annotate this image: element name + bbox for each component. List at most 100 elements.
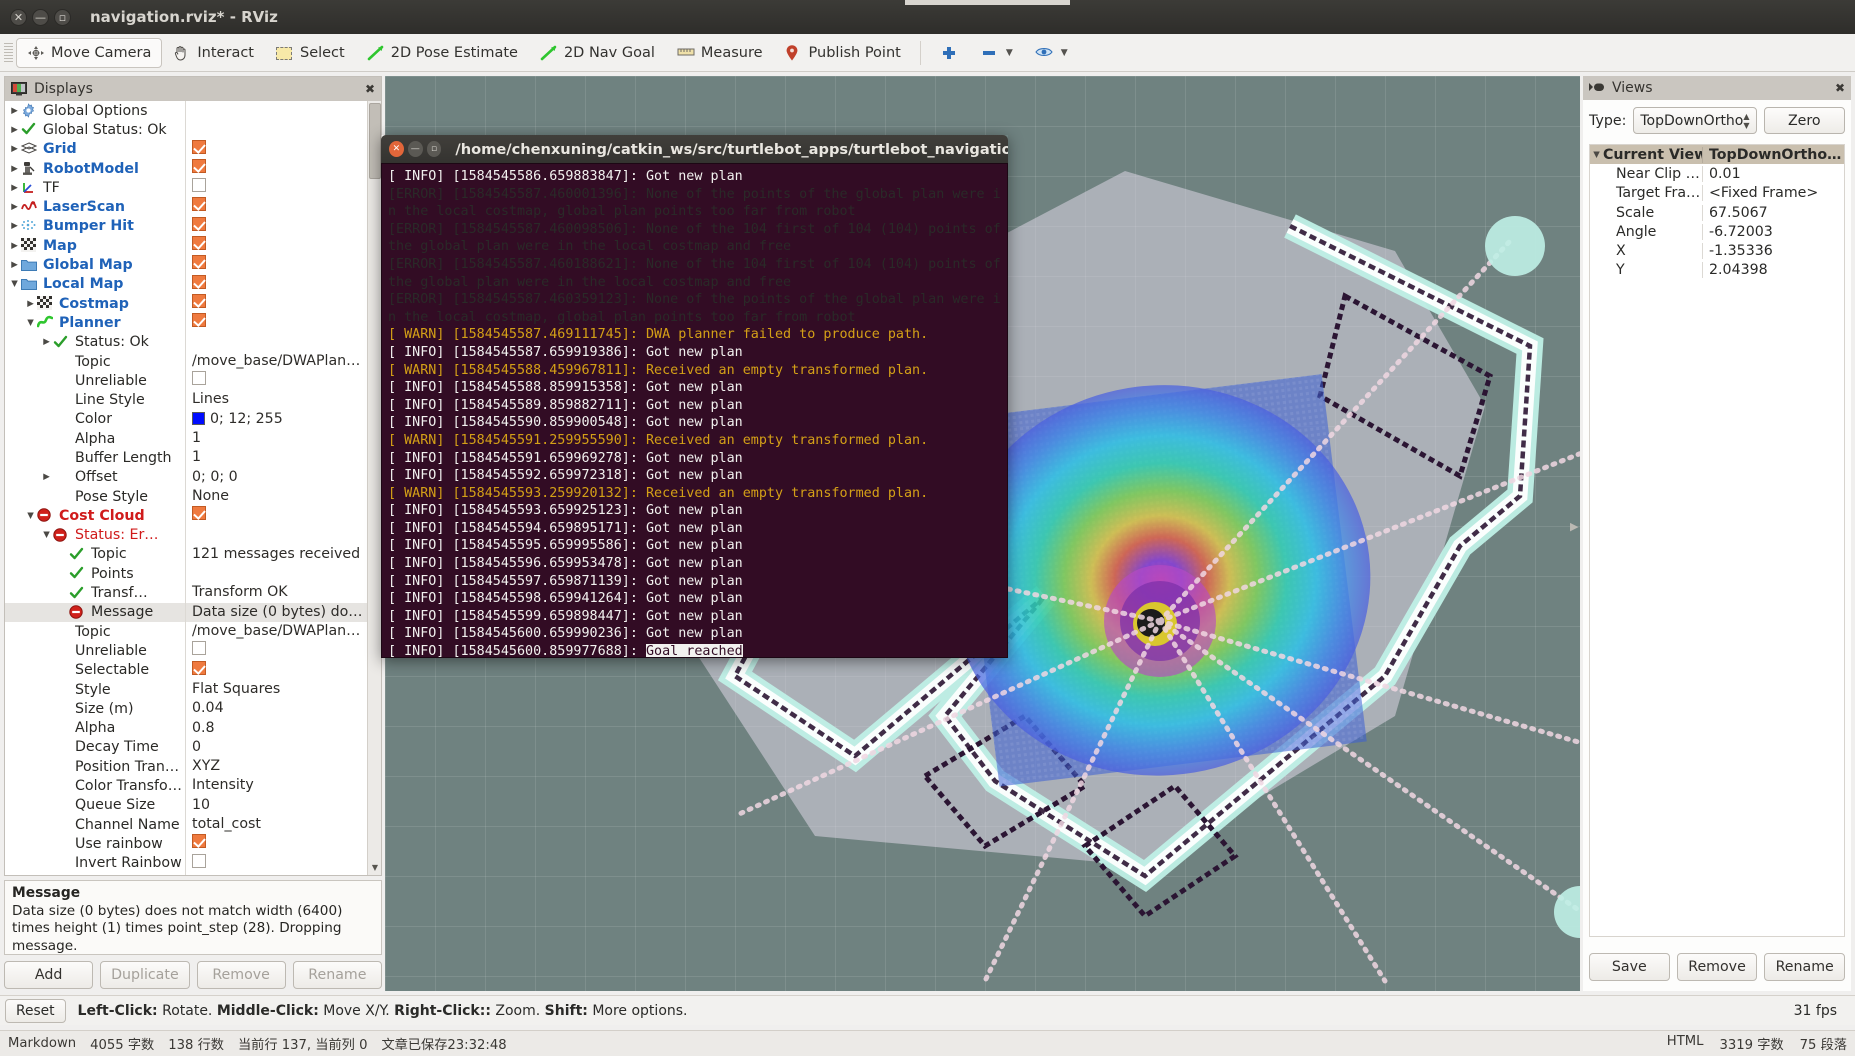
views-row-scale[interactable]: Scale 67.5067 xyxy=(1590,203,1844,222)
chevron-right-icon[interactable]: ▶ xyxy=(8,164,21,174)
checkbox-checked-icon[interactable] xyxy=(192,139,206,154)
display-row-topic[interactable]: ▶ Topic/move_base/DWAPlan… xyxy=(5,351,367,372)
views-save-button[interactable]: Save xyxy=(1589,953,1670,981)
views-rename-button[interactable]: Rename xyxy=(1764,953,1846,981)
chevron-right-icon[interactable]: ▶ xyxy=(8,202,21,212)
tool-measure[interactable]: Measure xyxy=(666,38,774,68)
visibility-caret-icon[interactable]: ▼ xyxy=(1061,48,1068,58)
display-row-value[interactable]: Flat Squares xyxy=(185,679,367,700)
display-row-alpha[interactable]: ▶ Alpha 1 xyxy=(5,429,367,449)
checkbox-checked-icon[interactable] xyxy=(192,660,206,675)
views-row-value[interactable]: 0.01 xyxy=(1702,165,1844,182)
display-row-value[interactable] xyxy=(185,313,367,333)
zero-button[interactable]: Zero xyxy=(1763,107,1845,134)
terminal-output[interactable]: [ INFO] [1584545586.659883847]: Got new … xyxy=(381,163,1008,658)
display-row-value[interactable] xyxy=(185,506,367,526)
tool-remove-button[interactable]: ▼ xyxy=(969,38,1024,68)
display-row-topic[interactable]: ▶ Topic/move_base/DWAPlan… xyxy=(5,622,367,642)
checkbox-checked-icon[interactable] xyxy=(192,293,206,308)
chevron-right-icon[interactable]: ▶ xyxy=(8,241,21,251)
displays-close-icon[interactable]: ✖ xyxy=(365,82,375,96)
checkbox-checked-icon[interactable] xyxy=(192,506,206,521)
scroll-down-icon[interactable]: ▼ xyxy=(368,861,382,875)
display-row-value[interactable]: XYZ xyxy=(185,757,367,777)
display-row-points[interactable]: ▶ Points xyxy=(5,564,367,584)
display-row-size-m[interactable]: ▶ Size (m) 0.04 xyxy=(5,699,367,719)
views-row-near-clip[interactable]: Near Clip … 0.01 xyxy=(1590,164,1844,183)
views-remove-button[interactable]: Remove xyxy=(1676,953,1758,981)
tool-2d-nav-goal[interactable]: 2D Nav Goal xyxy=(529,38,666,68)
chevron-right-icon[interactable]: ▶ xyxy=(40,472,53,482)
views-row-value[interactable]: -6.72003 xyxy=(1702,223,1844,240)
display-row-value[interactable] xyxy=(185,139,367,159)
terminal-maximize-button[interactable]: ▫ xyxy=(426,141,442,157)
checkbox-checked-icon[interactable] xyxy=(192,834,206,849)
display-row-decay-time[interactable]: ▶ Decay Time 0 xyxy=(5,737,367,758)
display-row-buffer-length[interactable]: ▶ Buffer Length 1 xyxy=(5,448,367,468)
checkbox-unchecked-icon[interactable] xyxy=(192,178,206,193)
tool-visibility-button[interactable]: ▼ xyxy=(1024,38,1079,68)
display-row-value[interactable] xyxy=(185,564,367,584)
display-row-value[interactable] xyxy=(185,641,367,661)
checkbox-checked-icon[interactable] xyxy=(192,255,206,270)
terminal-close-button[interactable]: ✕ xyxy=(389,141,404,157)
tool-2d-pose-estimate[interactable]: 2D Pose Estimate xyxy=(356,38,529,68)
display-row-value[interactable] xyxy=(185,293,367,314)
display-row-value[interactable]: 0; 12; 255 xyxy=(185,409,367,430)
display-row-value[interactable]: 121 messages received xyxy=(185,544,367,565)
display-row-value[interactable] xyxy=(185,178,367,198)
views-row-value[interactable]: <Fixed Frame> xyxy=(1702,185,1844,202)
terminal-window[interactable]: ✕ — ▫ /home/chenxuning/catkin_ws/src/tur… xyxy=(381,135,1008,658)
display-row-value[interactable] xyxy=(185,332,367,352)
display-row-style[interactable]: ▶ Style Flat Squares xyxy=(5,679,367,700)
chevron-down-icon[interactable]: ▼ xyxy=(24,318,37,328)
display-row-message[interactable]: ▶ Message Data size (0 bytes) doe… xyxy=(5,602,367,623)
checkbox-checked-icon[interactable] xyxy=(192,236,206,251)
display-row-local-map[interactable]: ▼ Local Map xyxy=(5,274,367,294)
display-row-line-style[interactable]: ▶ Line Style Lines xyxy=(5,390,367,410)
display-row-color[interactable]: ▶ Color 0; 12; 255 xyxy=(5,409,367,430)
display-row-value[interactable]: 0; 0; 0 xyxy=(185,872,367,875)
views-row-value[interactable]: 2.04398 xyxy=(1702,262,1844,279)
display-row-cost-cloud[interactable]: ▼ Cost Cloud xyxy=(5,506,367,526)
display-row-value[interactable] xyxy=(185,120,367,140)
chevron-right-icon[interactable]: ▶ xyxy=(8,260,21,270)
views-property-tree[interactable]: ▼ Current View TopDownOrtho … Near Clip … 0.… xyxy=(1589,144,1845,937)
color-swatch[interactable] xyxy=(192,411,205,425)
display-row-unreliable[interactable]: ▶ Unreliable xyxy=(5,371,367,391)
display-row-value[interactable]: 10 xyxy=(185,795,367,815)
display-row-costmap[interactable]: ▶ Costmap xyxy=(5,293,367,314)
display-row-value[interactable] xyxy=(185,853,367,873)
display-row-value[interactable] xyxy=(185,274,367,294)
views-close-icon[interactable]: ✖ xyxy=(1835,81,1845,95)
tool-select[interactable]: Select xyxy=(265,38,356,68)
terminal-minimize-button[interactable]: — xyxy=(407,141,423,157)
toolbar-grip[interactable] xyxy=(4,42,13,63)
display-row-offset[interactable]: ▶ Offset 0; 0; 0 xyxy=(5,467,367,487)
display-row-value[interactable] xyxy=(185,255,367,275)
display-row-min-color[interactable]: ▶Min Color0; 0; 0 xyxy=(5,872,367,875)
display-row-status-ok[interactable]: ▶ Status: Ok xyxy=(5,332,367,352)
checkbox-checked-icon[interactable] xyxy=(192,216,206,231)
display-row-invert-rainbow[interactable]: ▶ Invert Rainbow xyxy=(5,853,367,873)
views-row-target-fra[interactable]: Target Fra… <Fixed Frame> xyxy=(1590,184,1844,203)
spinner-icon[interactable]: ▲ ▼ xyxy=(1743,112,1749,130)
window-maximize-button[interactable]: ▫ xyxy=(54,8,71,26)
display-row-bumper-hit[interactable]: ▶ Bumper Hit xyxy=(5,216,367,237)
displays-tree[interactable]: ▶ Global Options ▶ Global Status: Ok ▶ Grid ▶ R… xyxy=(5,101,367,875)
tool-add-button[interactable] xyxy=(929,38,969,68)
display-row-value[interactable]: /move_base/DWAPlan… xyxy=(185,351,367,372)
display-row-value[interactable]: Lines xyxy=(185,390,367,410)
display-row-value[interactable] xyxy=(185,834,367,854)
display-row-value[interactable]: Data size (0 bytes) doe… xyxy=(185,602,367,623)
display-row-alpha[interactable]: ▶ Alpha 0.8 xyxy=(5,718,367,738)
display-row-value[interactable]: total_cost xyxy=(185,814,367,835)
chevron-right-icon[interactable]: ▶ xyxy=(8,106,21,116)
chevron-down-icon[interactable]: ▼ xyxy=(40,530,53,540)
view-type-select[interactable]: TopDownOrtho ▲ ▼ xyxy=(1633,107,1757,134)
display-row-value[interactable]: /move_base/DWAPlan… xyxy=(185,622,367,642)
add-button[interactable]: Add xyxy=(4,961,94,989)
display-row-use-rainbow[interactable]: ▶ Use rainbow xyxy=(5,834,367,854)
display-row-robotmodel[interactable]: ▶ RobotModel xyxy=(5,158,367,179)
display-row-global-status-ok[interactable]: ▶ Global Status: Ok xyxy=(5,120,367,140)
